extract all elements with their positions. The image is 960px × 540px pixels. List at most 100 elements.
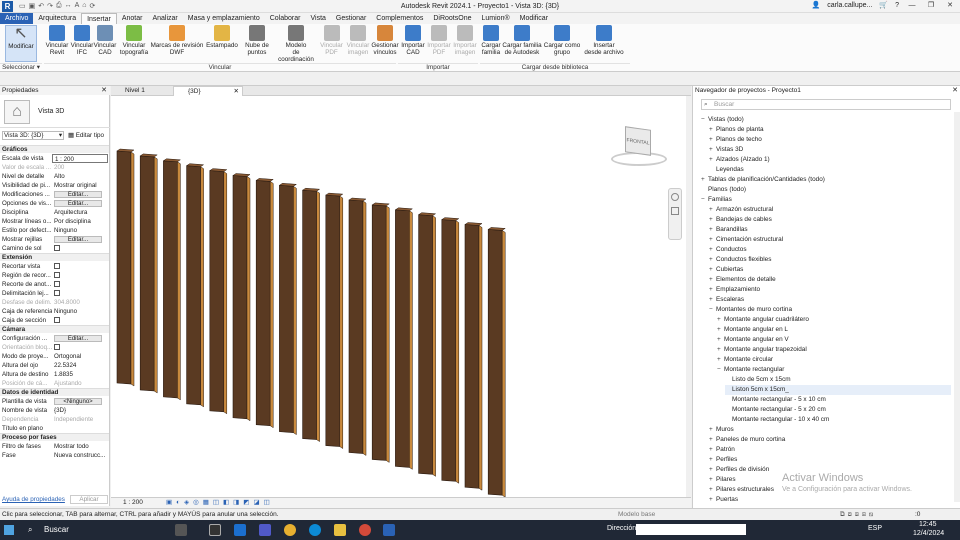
- file-explorer-icon[interactable]: [334, 524, 346, 536]
- browser-item[interactable]: + Barandillas: [709, 225, 951, 235]
- ribbon-button-marcas-de-revisi-n-dwf[interactable]: Marcas de revisión DWF: [150, 25, 204, 62]
- clock-date[interactable]: 12/4/2024: [913, 530, 944, 537]
- browser-item[interactable]: Montante rectangular - 10 x 40 cm: [725, 415, 951, 425]
- property-value[interactable]: 304.8000: [52, 298, 108, 307]
- expand-icon[interactable]: +: [709, 285, 716, 295]
- browser-item[interactable]: + Elementos de detalle: [709, 275, 951, 285]
- property-value[interactable]: [52, 271, 108, 280]
- undo-icon[interactable]: ↶: [38, 2, 44, 10]
- checkbox[interactable]: [54, 281, 60, 287]
- browser-search[interactable]: ⌕ Buscar: [701, 99, 951, 110]
- wood-slat[interactable]: [186, 165, 201, 406]
- ribbon-button-insertar-desde-archivo[interactable]: Insertar desde archivo: [582, 25, 626, 62]
- property-value[interactable]: <Ninguno>: [52, 397, 108, 406]
- expand-icon[interactable]: +: [701, 175, 708, 185]
- user-name[interactable]: carla.callupe...: [827, 2, 872, 9]
- edit-button[interactable]: <Ninguno>: [54, 398, 102, 405]
- language-indicator[interactable]: ESP: [868, 525, 882, 532]
- browser-item[interactable]: + Montante angular en V: [717, 335, 951, 345]
- properties-help-link[interactable]: Ayuda de propiedades: [2, 496, 65, 503]
- browser-item[interactable]: + Escaleras: [709, 295, 951, 305]
- expand-icon[interactable]: +: [709, 245, 716, 255]
- expand-icon[interactable]: +: [709, 475, 716, 485]
- tab-analizar[interactable]: Analizar: [147, 13, 182, 24]
- ribbon-button-estampado[interactable]: Estampado: [205, 25, 239, 62]
- property-value[interactable]: Ninguno: [52, 307, 108, 316]
- browser-item[interactable]: + Montante circular: [717, 355, 951, 365]
- tab-lumion-[interactable]: Lumion®: [477, 13, 515, 24]
- browser-item[interactable]: − Montantes de muro cortina: [709, 305, 951, 315]
- user-icon[interactable]: 👤: [812, 1, 821, 9]
- edit-button[interactable]: Editar...: [54, 191, 102, 198]
- browser-item[interactable]: + Puertas: [709, 495, 951, 505]
- navigation-bar[interactable]: [668, 188, 682, 240]
- start-icon[interactable]: [4, 525, 14, 535]
- tab-arquitectura[interactable]: Arquitectura: [33, 13, 81, 24]
- measure-icon[interactable]: ↔: [65, 2, 72, 10]
- wood-slat[interactable]: [395, 209, 410, 468]
- expand-icon[interactable]: +: [709, 145, 716, 155]
- browser-item[interactable]: + Alzados (Alzado 1): [709, 155, 951, 165]
- wood-slat[interactable]: [232, 175, 248, 420]
- property-value[interactable]: Editar...: [52, 199, 108, 208]
- ribbon-button-modelo-de-coordinaci-n[interactable]: Modelo de coordinación: [275, 25, 317, 63]
- ribbon-button-cargar-como-grupo[interactable]: Cargar como grupo: [542, 25, 582, 62]
- steering-wheel-icon[interactable]: [671, 193, 679, 201]
- browser-item[interactable]: − Familias: [701, 195, 951, 205]
- ribbon-button-importar-pdf[interactable]: Importar PDF: [427, 25, 451, 62]
- teams-icon[interactable]: [259, 524, 271, 536]
- expand-icon[interactable]: +: [717, 335, 724, 345]
- browser-item[interactable]: Listo de 5cm x 15cm: [725, 375, 951, 385]
- open-icon[interactable]: ▭: [19, 2, 26, 10]
- browser-item[interactable]: + Montante angular trapezoidal: [717, 345, 951, 355]
- wood-slat[interactable]: [163, 160, 178, 399]
- checkbox[interactable]: [54, 290, 60, 296]
- select-panel-label[interactable]: Seleccionar ▾: [0, 63, 42, 71]
- wood-slat[interactable]: [279, 184, 294, 433]
- browser-item[interactable]: + Montante angular en L: [717, 325, 951, 335]
- expand-icon[interactable]: +: [717, 345, 724, 355]
- section-extension[interactable]: Extensión: [0, 253, 109, 261]
- expand-icon[interactable]: +: [709, 275, 716, 285]
- chrome-profile-icon[interactable]: [359, 524, 371, 536]
- print-icon[interactable]: ⎙: [56, 2, 62, 10]
- ribbon-button-gestionar-v-nculos[interactable]: Gestionar vínculos: [370, 25, 400, 62]
- revit-taskbar-icon[interactable]: [383, 524, 395, 536]
- ribbon-button-vincular-topograf-a[interactable]: Vincular topografía: [118, 25, 150, 62]
- wood-slat[interactable]: [418, 214, 433, 475]
- modify-button[interactable]: ↖ Modificar: [5, 25, 37, 62]
- ribbon-button-vincular-ifc[interactable]: Vincular IFC: [70, 25, 94, 62]
- tab-archivo[interactable]: Archivo: [0, 13, 34, 24]
- property-value[interactable]: 22.5324: [52, 361, 108, 370]
- tab-complementos[interactable]: Complementos: [371, 13, 428, 24]
- edit-button[interactable]: Editar...: [54, 236, 102, 243]
- property-value[interactable]: Por disciplina: [52, 217, 108, 226]
- browser-item[interactable]: Montante rectangular - 5 x 20 cm: [725, 405, 951, 415]
- edit-button[interactable]: Editar...: [54, 335, 102, 342]
- chrome-icon[interactable]: [284, 524, 296, 536]
- property-value[interactable]: Editar...: [52, 334, 108, 343]
- browser-item[interactable]: + Conductos: [709, 245, 951, 255]
- wood-slat[interactable]: [441, 219, 457, 482]
- browser-item[interactable]: Liston 5cm x 15cm_: [725, 385, 951, 395]
- section-camara[interactable]: Cámara: [0, 325, 109, 333]
- property-value[interactable]: 1.8835: [52, 370, 108, 379]
- tab-masa-y-emplazamiento[interactable]: Masa y emplazamiento: [183, 13, 265, 24]
- property-value[interactable]: Mostrar todo: [52, 442, 108, 451]
- expand-icon[interactable]: +: [709, 255, 716, 265]
- collapse-icon[interactable]: −: [717, 365, 724, 375]
- expand-icon[interactable]: +: [709, 155, 716, 165]
- browser-item[interactable]: Leyendas: [709, 165, 951, 175]
- expand-icon[interactable]: +: [717, 355, 724, 365]
- expand-icon[interactable]: +: [709, 465, 716, 475]
- expand-icon[interactable]: +: [717, 325, 724, 335]
- browser-item[interactable]: + Tablas de planificación/Cantidades (tod…: [701, 175, 951, 185]
- expand-icon[interactable]: +: [709, 435, 716, 445]
- section-graficos[interactable]: Gráficos: [0, 145, 109, 153]
- expand-icon[interactable]: +: [709, 125, 716, 135]
- expand-icon[interactable]: +: [709, 485, 716, 495]
- expand-icon[interactable]: +: [709, 215, 716, 225]
- sync-icon[interactable]: ⟳: [90, 2, 96, 10]
- browser-item[interactable]: + Planos de techo: [709, 135, 951, 145]
- property-value[interactable]: [52, 244, 108, 253]
